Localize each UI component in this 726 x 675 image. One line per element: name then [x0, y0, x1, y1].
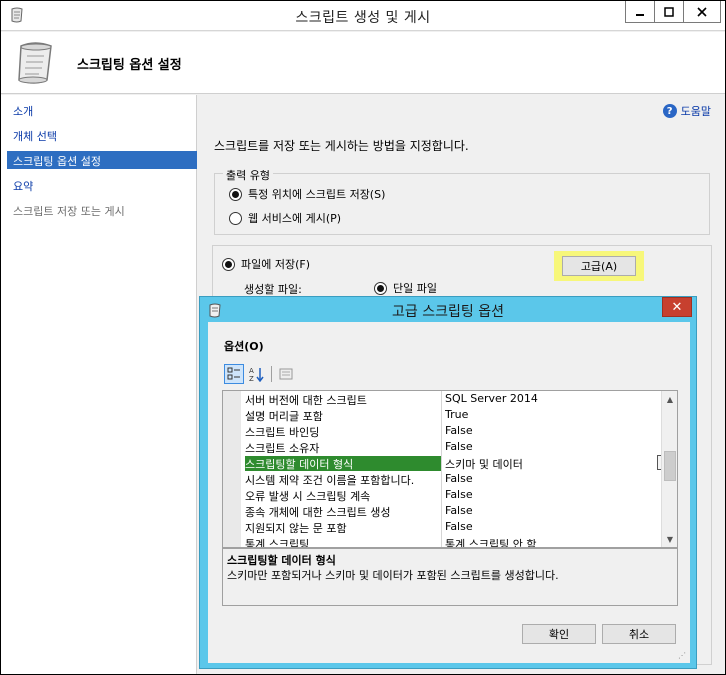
page-header: 스크립팅 옵션 설정: [1, 32, 725, 94]
property-name: 지원되지 않는 문 포함: [245, 522, 347, 535]
radio-single-file-label: 단일 파일: [393, 282, 437, 295]
radio-single-file[interactable]: 단일 파일: [374, 280, 437, 296]
property-value[interactable]: SQL Server 2014: [445, 392, 661, 407]
options-property-grid: 서버 버전에 대한 스크립트 SQL Server 2014 설명 머리글 포함…: [222, 390, 678, 548]
table-row[interactable]: 스크립트 소유자 False: [241, 439, 661, 455]
grid-margin: [223, 391, 241, 547]
table-row[interactable]: 서버 버전에 대한 스크립트 SQL Server 2014: [241, 391, 661, 407]
toolbar-separator: [271, 366, 272, 382]
advanced-options-dialog: 고급 스크립팅 옵션 ✕ 옵션(O) A Z 서버 버전에 대한 스크립트 SQ…: [199, 296, 697, 669]
maximize-icon: [664, 6, 674, 17]
radio-save-scripts[interactable]: 특정 위치에 스크립트 저장(S): [229, 186, 385, 202]
property-value[interactable]: False: [445, 520, 661, 535]
vertical-scrollbar[interactable]: ▲ ▼: [661, 391, 677, 547]
categorized-icon: [227, 367, 240, 380]
radio-button-checked[interactable]: [222, 257, 235, 271]
svg-text:A: A: [249, 367, 254, 375]
dialog-title: 고급 스크립팅 옵션: [392, 304, 504, 320]
property-name: 서버 버전에 대한 스크립트: [245, 394, 367, 407]
table-row[interactable]: 시스템 제약 조건 이름을 포함합니다. False: [241, 471, 661, 487]
nav-item-choose-objects[interactable]: 개체 선택: [7, 126, 197, 144]
output-type-group: 출력 유형 특정 위치에 스크립트 저장(S) 웹 서비스에 게시(P): [214, 167, 710, 235]
description-text: 스키마만 포함되거나 스키마 및 데이터가 포함된 스크립트를 생성합니다.: [227, 569, 559, 582]
property-value[interactable]: False: [445, 488, 661, 503]
table-row[interactable]: 오류 발생 시 스크립팅 계속 False: [241, 487, 661, 503]
sort-az-icon: A Z: [249, 367, 264, 382]
radio-button-unchecked[interactable]: [229, 211, 242, 225]
scroll-thumb[interactable]: [664, 451, 676, 481]
help-link[interactable]: ? 도움말: [662, 103, 711, 119]
property-name: 시스템 제약 조건 이름을 포함합니다.: [245, 474, 415, 487]
title-bar[interactable]: 스크립트 생성 및 게시: [1, 1, 725, 31]
close-icon: ✕: [671, 299, 683, 315]
property-value[interactable]: False: [445, 440, 661, 455]
description-panel: 스크립팅할 데이터 형식 스키마만 포함되거나 스키마 및 데이터가 포함된 스…: [222, 548, 678, 606]
radio-save-to-file[interactable]: 파일에 저장(F): [222, 256, 310, 272]
property-name: 스크립트 소유자: [245, 442, 320, 455]
property-value[interactable]: 스키마 및 데이터: [445, 456, 661, 471]
property-value[interactable]: False: [445, 504, 661, 519]
options-label: 옵션(O): [224, 340, 264, 353]
property-name: 설명 머리글 포함: [245, 410, 323, 423]
categorized-view-button[interactable]: [224, 364, 244, 384]
nav-item-save-or-publish: 스크립트 저장 또는 게시: [13, 205, 125, 218]
property-name: 스크립팅할 데이터 형식: [245, 456, 441, 471]
dialog-body: 옵션(O) A Z 서버 버전에 대한 스크립트 SQL Server 2014…: [208, 322, 690, 663]
alphabetical-sort-button[interactable]: A Z: [247, 364, 267, 384]
minimize-button[interactable]: [625, 1, 655, 23]
svg-text:Z: Z: [249, 375, 254, 382]
page-title: 스크립팅 옵션 설정: [77, 58, 182, 73]
radio-publish-web-label: 웹 서비스에 게시(P): [248, 212, 342, 225]
property-name: 통계 스크립팅: [245, 538, 310, 548]
table-row[interactable]: 스크립트 바인딩 False: [241, 423, 661, 439]
table-row[interactable]: 설명 머리글 포함 True: [241, 407, 661, 423]
property-value[interactable]: True: [445, 408, 661, 423]
radio-button-checked[interactable]: [229, 187, 242, 201]
scroll-down-icon[interactable]: ▼: [662, 531, 677, 547]
output-type-legend: 출력 유형: [223, 167, 273, 183]
close-icon: [697, 6, 707, 17]
radio-button-checked[interactable]: [374, 281, 387, 295]
property-value[interactable]: 통계 스크립팅 안 함: [445, 536, 661, 547]
table-row-selected[interactable]: 스크립팅할 데이터 형식 스키마 및 데이터: [241, 455, 673, 471]
property-value[interactable]: False: [445, 472, 661, 487]
wizard-nav: 소개 개체 선택 스크립팅 옵션 설정 요약 스크립트 저장 또는 게시: [1, 95, 197, 674]
cancel-button[interactable]: 취소: [602, 624, 676, 644]
files-to-generate-label: 생성할 파일:: [244, 283, 302, 296]
minimize-icon: [636, 13, 644, 16]
table-row[interactable]: 종속 개체에 대한 스크립트 생성 False: [241, 503, 661, 519]
nav-item-intro[interactable]: 소개: [7, 101, 197, 119]
property-name: 스크립트 바인딩: [245, 426, 320, 439]
close-button[interactable]: [683, 1, 721, 23]
help-label: 도움말: [680, 105, 711, 118]
description-title: 스크립팅할 데이터 형식: [227, 554, 336, 567]
table-row[interactable]: 지원되지 않는 문 포함 False: [241, 519, 661, 535]
window-title: 스크립트 생성 및 게시: [295, 10, 431, 26]
nav-item-scripting-options[interactable]: 스크립팅 옵션 설정: [7, 151, 197, 169]
resize-grip-icon[interactable]: ⋰: [678, 651, 688, 661]
help-icon: ?: [662, 104, 677, 118]
property-value[interactable]: False: [445, 424, 661, 439]
dialog-close-button[interactable]: ✕: [662, 297, 692, 317]
radio-save-scripts-label: 특정 위치에 스크립트 저장(S): [248, 188, 386, 201]
property-pages-button: [276, 364, 296, 384]
maximize-button[interactable]: [654, 1, 684, 23]
property-name: 종속 개체에 대한 스크립트 생성: [245, 506, 391, 519]
table-row[interactable]: 통계 스크립팅 통계 스크립팅 안 함: [241, 535, 661, 548]
instruction-text: 스크립트를 저장 또는 게시하는 방법을 지정합니다.: [214, 139, 469, 153]
property-pages-icon: [279, 368, 293, 380]
ok-button[interactable]: 확인: [522, 624, 596, 644]
advanced-button[interactable]: 고급(A): [562, 256, 636, 276]
script-scroll-large-icon: [18, 42, 52, 84]
radio-publish-web[interactable]: 웹 서비스에 게시(P): [229, 210, 341, 226]
radio-save-to-file-label: 파일에 저장(F): [241, 258, 311, 271]
property-name: 오류 발생 시 스크립팅 계속: [245, 490, 371, 503]
nav-item-summary[interactable]: 요약: [7, 176, 197, 194]
scroll-up-icon[interactable]: ▲: [662, 391, 677, 407]
